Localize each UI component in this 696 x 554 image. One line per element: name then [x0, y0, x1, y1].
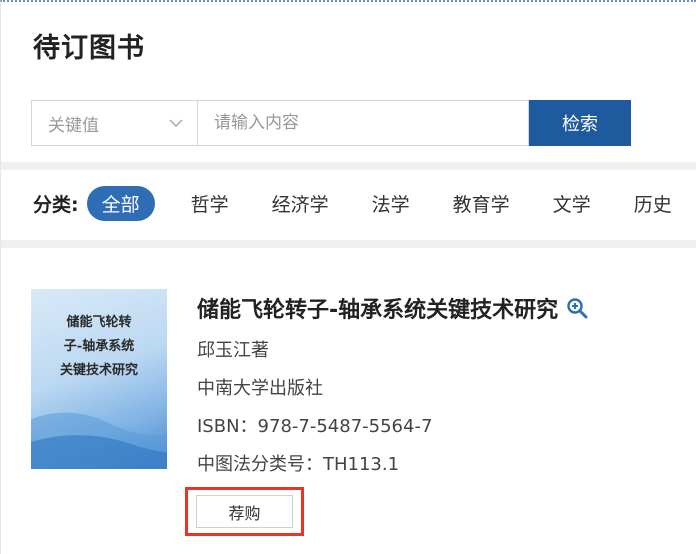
search-field-select-value: 关键值 [48, 115, 99, 135]
zoom-in-icon[interactable] [566, 297, 588, 319]
category-tab-all[interactable]: 全部 [86, 186, 155, 221]
search-bar: 关键值 检索 [31, 100, 631, 146]
highlight-box: 荐购 [185, 487, 304, 536]
book-title[interactable]: 储能飞轮转子-轴承系统关键技术研究 [197, 292, 558, 324]
book-publisher: 中南大学出版社 [197, 378, 323, 399]
book-classification: 中图法分类号：TH113.1 [197, 454, 400, 475]
book-info: 储能飞轮转子-轴承系统关键技术研究 邱玉江著 中南大学出版社 ISBN：978-… [197, 292, 588, 476]
category-tab-philosophy[interactable]: 哲学 [191, 190, 229, 217]
book-title-row: 储能飞轮转子-轴承系统关键技术研究 [197, 292, 588, 324]
book-author: 邱玉江著 [197, 340, 269, 361]
cover-wave-decoration [31, 412, 167, 469]
cover-title-line: 储能飞轮转 [66, 315, 132, 330]
section-divider [1, 162, 696, 170]
section-divider [1, 240, 696, 248]
search-field-select[interactable]: 关键值 [31, 100, 197, 146]
category-tab-history[interactable]: 历史 [634, 190, 672, 217]
cover-title-line: 关键技术研究 [59, 363, 138, 378]
category-tab-law[interactable]: 法学 [372, 190, 410, 217]
category-filter: 分类: 全部 哲学 经济学 法学 教育学 文学 历史 [33, 186, 696, 221]
search-button[interactable]: 检索 [529, 100, 631, 146]
book-cover[interactable]: 储能飞轮转 子-轴承系统 关键技术研究 [31, 289, 167, 469]
category-tab-education[interactable]: 教育学 [453, 190, 510, 217]
cover-title-line: 子-轴承系统 [63, 339, 135, 354]
category-label: 分类: [33, 194, 79, 216]
page: 待订图书 关键值 检索 分类: 全部 哲学 经济学 法学 教育学 文学 历史 储… [0, 0, 696, 554]
page-title: 待订图书 [33, 33, 145, 64]
book-isbn: ISBN：978-7-5487-5564-7 [197, 416, 433, 437]
category-tab-literature[interactable]: 文学 [553, 190, 591, 217]
recommend-purchase-button[interactable]: 荐购 [196, 495, 293, 528]
chevron-down-icon [169, 118, 183, 128]
cover-title: 储能飞轮转 子-轴承系统 关键技术研究 [31, 311, 167, 383]
category-tab-economics[interactable]: 经济学 [272, 190, 329, 217]
search-input[interactable] [197, 100, 529, 146]
